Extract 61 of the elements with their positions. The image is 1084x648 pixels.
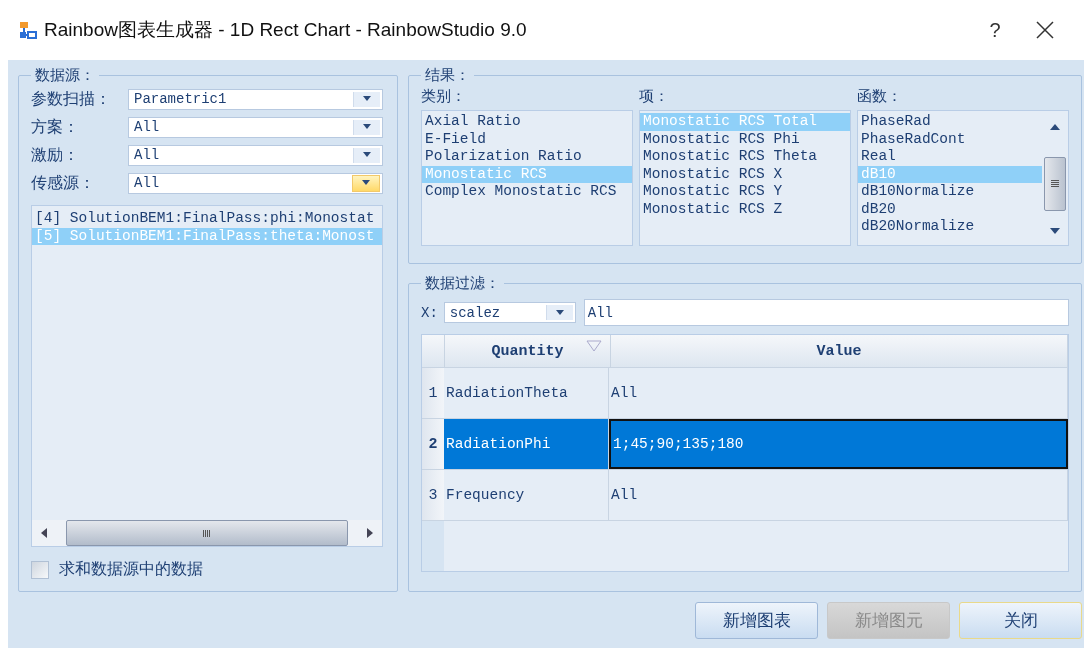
list-item[interactable]: Monostatic RCS Theta [640, 148, 850, 166]
table-cell[interactable]: All [609, 470, 1068, 520]
field-label: 传感源： [31, 172, 96, 194]
help-button[interactable]: ? [970, 10, 1020, 50]
column-header[interactable]: Value [611, 335, 1068, 367]
list-item[interactable]: Real [858, 148, 1042, 166]
table-cell[interactable]: 1;45;90;135;180 [609, 419, 1068, 469]
list-item[interactable]: E-Field [422, 130, 632, 148]
column-header[interactable]: Quantity [445, 335, 611, 367]
scroll-left-icon [40, 528, 48, 538]
list-item[interactable]: Monostatic RCS Phi [640, 130, 850, 148]
list-item[interactable]: PhaseRadCont [858, 130, 1042, 148]
dialog-button[interactable]: 新增图表 [695, 602, 818, 639]
dropdown[interactable]: Parametric1 [128, 88, 383, 110]
filter-icon [586, 340, 602, 352]
list-label: 项： [639, 87, 670, 106]
row-header[interactable]: 2 [422, 419, 444, 469]
row-header-strip [422, 521, 444, 571]
checkbox[interactable] [31, 560, 49, 579]
field-label: 参数扫描： [31, 88, 112, 110]
list-item[interactable]: Monostatic RCS Z [640, 200, 850, 218]
list-item[interactable]: Axial Ratio [422, 113, 632, 131]
checkbox-label: 求和数据源中的数据 [59, 559, 203, 580]
dropdown[interactable]: All [128, 144, 383, 166]
table-cell[interactable]: Frequency [444, 470, 609, 520]
dialog-button[interactable]: 关闭 [959, 602, 1082, 639]
grip-icon [1051, 180, 1059, 188]
scroll-down-icon [1050, 228, 1060, 235]
list-item[interactable]: dB20 [858, 200, 1042, 218]
group-legend: 数据过滤： [421, 274, 504, 293]
dropdown[interactable]: All [128, 172, 383, 194]
input-field[interactable]: All [583, 299, 1069, 326]
scroll-up-icon [1050, 123, 1060, 130]
list-item[interactable]: PhaseRad [858, 113, 1042, 131]
list-item[interactable]: dB10Normalize [858, 183, 1042, 201]
field-label: 激励： [31, 144, 80, 166]
list-label: 函数： [857, 87, 903, 106]
axis-label: X: [421, 304, 438, 321]
dropdown[interactable]: All [128, 116, 383, 138]
list-item[interactable]: Polarization Ratio [422, 148, 632, 166]
list-item[interactable]: Monostatic RCS Y [640, 183, 850, 201]
table-cell[interactable]: All [609, 368, 1068, 418]
group-legend: 结果： [421, 66, 474, 85]
scroll-right-icon [366, 528, 374, 538]
field-label: 方案： [31, 116, 80, 138]
grip-icon [203, 529, 211, 537]
dropdown[interactable]: scalez [443, 302, 576, 323]
close-icon [1036, 21, 1054, 39]
row-header[interactable]: 1 [422, 368, 444, 418]
window-title: Rainbow图表生成器 - 1D Rect Chart - RainbowStudio 9.0 [44, 18, 528, 42]
row-header[interactable]: 3 [422, 470, 444, 520]
list-item[interactable]: [4] SolutionBEM1:FinalPass:phi:Monostat [32, 210, 382, 228]
horizontal-scrollbar[interactable] [32, 520, 382, 546]
list-item[interactable]: Monostatic RCS X [640, 165, 850, 183]
table-cell[interactable]: RadiationPhi [444, 419, 609, 469]
table-cell[interactable]: RadiationTheta [444, 368, 609, 418]
app-icon [18, 20, 38, 40]
list-item[interactable]: dB20Normalize [858, 218, 1042, 236]
group-legend: 数据源： [31, 66, 99, 85]
list-label: 类别： [421, 87, 467, 106]
list-item[interactable]: Complex Monostatic RCS [422, 183, 632, 201]
